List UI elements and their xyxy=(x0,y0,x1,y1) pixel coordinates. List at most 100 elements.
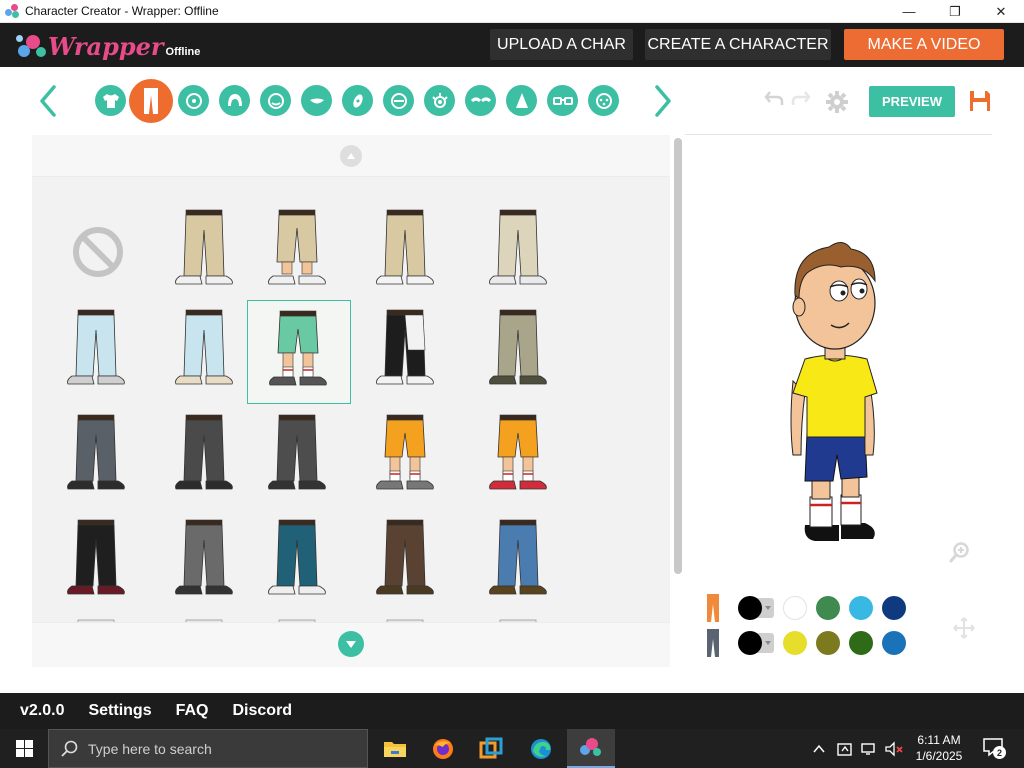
lower-color-swatch[interactable] xyxy=(816,631,840,655)
window-titlebar: Character Creator - Wrapper: Offline — ❐… xyxy=(0,0,1024,23)
scroll-down-bar[interactable] xyxy=(32,622,670,667)
network-icon[interactable] xyxy=(860,741,878,757)
taskbar-file-explorer[interactable] xyxy=(371,729,419,768)
discord-link[interactable]: Discord xyxy=(233,702,293,720)
preview-button[interactable]: PREVIEW xyxy=(869,86,955,117)
wrapper-logo[interactable]: Wrapper Offline xyxy=(16,29,200,61)
taskbar-firefox[interactable] xyxy=(419,729,467,768)
grid-item-black-white-track-pants[interactable] xyxy=(355,300,459,404)
grid-item-grey-joggers-boots[interactable] xyxy=(154,510,258,614)
pants-item-icon xyxy=(489,309,547,385)
grid-item-camo-cargo-pants[interactable] xyxy=(468,300,572,404)
version-label: v2.0.0 xyxy=(20,702,65,719)
category-shirt-icon[interactable] xyxy=(95,85,126,116)
wrapper-app-icon xyxy=(5,4,19,18)
upper-color-swatch[interactable] xyxy=(882,596,906,620)
firefox-icon xyxy=(433,738,453,759)
pants-lower-icon[interactable] xyxy=(700,627,726,659)
grid-item-dark-grey-pants[interactable] xyxy=(154,405,258,509)
scroll-up-bar[interactable] xyxy=(32,135,670,177)
item-grid-panel xyxy=(32,135,670,667)
gear-icon[interactable] xyxy=(825,90,849,114)
upper-color-swatch[interactable] xyxy=(816,596,840,620)
grid-item-teal-baggy-jeans[interactable] xyxy=(247,510,351,614)
grid-item-brown-pants-boots[interactable] xyxy=(355,510,459,614)
category-pants-icon[interactable] xyxy=(129,79,173,123)
category-eye-icon[interactable] xyxy=(424,85,455,116)
pants-upper-icon[interactable] xyxy=(700,592,726,624)
scroll-up-icon[interactable] xyxy=(340,145,362,167)
volume-muted-icon[interactable] xyxy=(884,740,904,757)
grid-item-blue-jeans-brown-boots[interactable] xyxy=(468,510,572,614)
lower-color-swatch[interactable] xyxy=(882,631,906,655)
taskbar-edge[interactable] xyxy=(517,729,565,768)
category-mouth-icon[interactable] xyxy=(301,85,332,116)
app-header: Wrapper Offline UPLOAD A CHAR CREATE A C… xyxy=(0,23,1024,67)
grid-item-light-khaki-pants[interactable] xyxy=(468,200,572,304)
grid-item-khaki-pants-white-sandals[interactable] xyxy=(154,200,258,304)
pants-item-icon xyxy=(268,414,326,490)
maximize-button[interactable]: ❐ xyxy=(932,0,978,23)
make-video-button[interactable]: MAKE A VIDEO xyxy=(844,29,1004,60)
wrapper-offline-icon xyxy=(580,737,601,756)
taskbar-clock[interactable]: 6:11 AM 1/6/2025 xyxy=(906,732,972,764)
category-hair-icon[interactable] xyxy=(219,85,250,116)
notifications-button[interactable]: 2 xyxy=(982,737,1006,759)
move-icon[interactable] xyxy=(953,617,975,639)
category-accessory-icon[interactable] xyxy=(342,85,373,116)
minimize-button[interactable]: — xyxy=(886,0,932,23)
category-face-shape-icon[interactable] xyxy=(260,85,291,116)
category-glasses-icon[interactable] xyxy=(547,85,578,116)
faq-link[interactable]: FAQ xyxy=(176,702,209,720)
lower-custom-color-picker[interactable] xyxy=(738,631,774,655)
start-button[interactable] xyxy=(0,729,48,768)
pants-item-icon xyxy=(67,309,125,385)
grid-item-orange-shorts-sneakers[interactable] xyxy=(355,405,459,509)
category-nose-icon[interactable] xyxy=(506,85,537,116)
windows-taskbar: Type here to search 6:11 AM 1/6/2025 2 xyxy=(0,729,1024,768)
zoom-in-icon[interactable] xyxy=(949,541,971,563)
character-preview-figure xyxy=(790,242,878,541)
pants-item-icon xyxy=(489,414,547,490)
grid-item-light-blue-pants-grey-shoes[interactable] xyxy=(46,300,150,404)
tray-app-icon[interactable] xyxy=(836,741,854,757)
create-character-button[interactable]: CREATE A CHARACTER xyxy=(645,29,831,60)
close-button[interactable]: ✕ xyxy=(978,0,1024,23)
grid-item-orange-shorts-red-sneakers[interactable] xyxy=(468,405,572,509)
grid-item-ripped-grey-pants[interactable] xyxy=(247,405,351,509)
grid-item-none-option[interactable] xyxy=(46,200,150,304)
chevron-up-icon[interactable] xyxy=(812,742,826,756)
scroll-down-icon[interactable] xyxy=(338,631,364,657)
upper-custom-color-picker[interactable] xyxy=(738,596,774,620)
grid-item-khaki-capris-sandals[interactable] xyxy=(247,200,351,304)
file-explorer-icon xyxy=(384,741,406,757)
grid-item-khaki-pants-white-shoes[interactable] xyxy=(355,200,459,304)
category-head-shape-icon[interactable] xyxy=(178,85,209,116)
upper-color-swatch[interactable] xyxy=(849,596,873,620)
taskbar-app-3[interactable] xyxy=(467,729,515,768)
upper-color-swatch[interactable] xyxy=(783,596,807,620)
upload-char-button[interactable]: UPLOAD A CHAR xyxy=(490,29,633,60)
pants-item-icon xyxy=(376,309,434,385)
grid-scrollbar[interactable] xyxy=(674,138,682,574)
redo-icon[interactable] xyxy=(791,89,811,107)
category-beard-icon[interactable] xyxy=(383,85,414,116)
logo-offline-label: Offline xyxy=(165,46,201,58)
category-eyebrow-icon[interactable] xyxy=(465,85,496,116)
previous-arrow-icon[interactable] xyxy=(37,84,59,118)
next-arrow-icon[interactable] xyxy=(652,84,674,118)
grid-item-grey-jeans-black-boots[interactable] xyxy=(46,405,150,509)
clock-time: 6:11 AM xyxy=(917,733,961,747)
category-mole-icon[interactable] xyxy=(588,85,619,116)
taskbar-wrapper-offline[interactable] xyxy=(567,729,615,768)
lower-color-swatch[interactable] xyxy=(849,631,873,655)
logo-bubbles-icon xyxy=(16,31,52,61)
settings-link[interactable]: Settings xyxy=(88,702,151,720)
undo-icon[interactable] xyxy=(764,89,784,107)
grid-item-black-pants-red-boots[interactable] xyxy=(46,510,150,614)
lower-color-swatch[interactable] xyxy=(783,631,807,655)
grid-item-green-shorts-black-shoes[interactable] xyxy=(247,300,351,404)
save-icon[interactable] xyxy=(968,89,992,113)
taskbar-search-box[interactable]: Type here to search xyxy=(48,729,368,768)
grid-item-light-blue-pants-sandals[interactable] xyxy=(154,300,258,404)
